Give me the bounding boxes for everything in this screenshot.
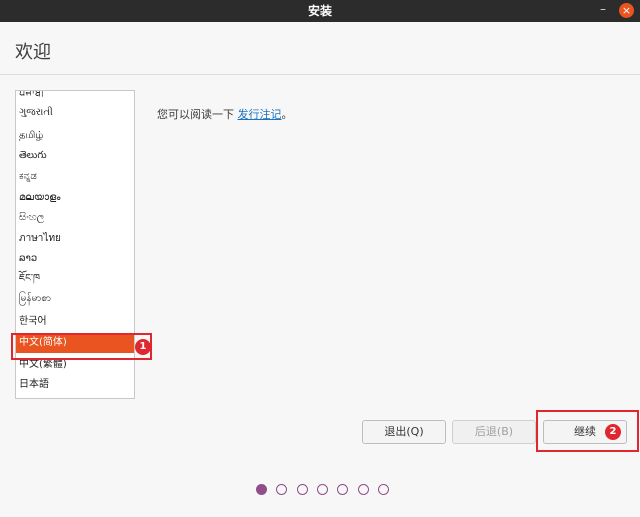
language-item[interactable]: தமிழ் <box>16 126 134 146</box>
release-notes-suffix: 。 <box>281 108 293 121</box>
language-item[interactable]: မြန်မာစာ <box>16 289 134 309</box>
language-item[interactable]: 日本語 <box>16 375 134 395</box>
page-header: 欢迎 <box>0 22 640 75</box>
page-dot <box>256 484 267 495</box>
annotation-badge-2: 2 <box>605 424 621 440</box>
language-item[interactable]: ਪੰਜਾਬੀ <box>16 91 134 104</box>
language-item[interactable]: ಕನ್ನಡ <box>16 167 134 187</box>
language-item[interactable]: ગુજરાતી <box>16 103 134 123</box>
back-button[interactable]: 后退(B) <box>452 420 536 444</box>
language-item[interactable]: 한국어 <box>16 312 134 332</box>
language-item[interactable]: ཇོང་ཁ <box>16 269 134 289</box>
close-icon[interactable]: × <box>619 3 634 18</box>
annotation-box-2 <box>536 410 639 452</box>
page-dot <box>337 484 349 495</box>
language-item[interactable]: తెలుగు <box>16 146 134 166</box>
window-title: 安装 <box>307 4 332 18</box>
page-dot <box>316 484 328 495</box>
language-item[interactable]: ภาษาไทย <box>16 229 134 249</box>
page-dot <box>357 484 369 495</box>
annotation-badge-1: 1 <box>135 339 151 355</box>
quit-button[interactable]: 退出(Q) <box>362 420 446 444</box>
release-notes-link[interactable]: 发行注记 <box>238 108 282 121</box>
release-notes-prefix: 您可以阅读一下 <box>157 108 238 121</box>
page-dot <box>377 484 389 495</box>
title-bar: 安装 – × <box>0 0 640 22</box>
page-dot <box>296 484 308 495</box>
language-item[interactable]: ລາວ <box>16 249 134 269</box>
installer-window: 安装 – × 欢迎 ਪੰਜਾਬੀ ગુજરાતી தமிழ் తెలుగు ಕನ್ನಡ മ… <box>0 0 640 517</box>
release-notes-text: 您可以阅读一下 发行注记。 <box>157 106 293 122</box>
language-item[interactable]: සිංහල <box>16 208 134 228</box>
page-dot <box>276 484 288 495</box>
minimize-icon[interactable]: – <box>596 3 610 18</box>
language-item[interactable]: മലയാളം <box>16 188 134 208</box>
page-title: 欢迎 <box>15 42 51 63</box>
annotation-box-1 <box>11 333 152 360</box>
